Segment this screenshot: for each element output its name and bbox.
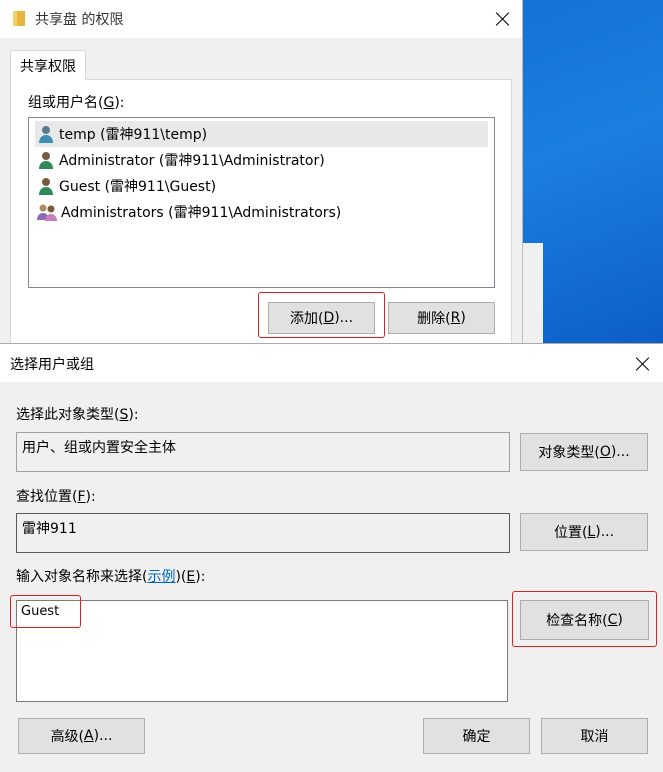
remove-button[interactable]: 删除(R) <box>388 302 495 334</box>
permissions-title: 共享盘 的权限 <box>35 12 124 28</box>
check-names-button[interactable]: 检查名称(C) <box>520 600 649 640</box>
list-item-label: temp (雷神911\temp) <box>59 127 208 143</box>
object-type-field: 用户、组或内置安全主体 <box>16 432 510 472</box>
advanced-button[interactable]: 高级(A)... <box>18 718 145 754</box>
list-item[interactable]: Administrators (雷神911\Administrators) <box>35 199 488 225</box>
list-item[interactable]: temp (雷神911\temp) <box>35 121 488 147</box>
cancel-button[interactable]: 取消 <box>541 718 648 754</box>
object-names-input[interactable]: Guest <box>16 600 508 702</box>
select-dialog-titlebar: 选择用户或组 <box>0 344 663 382</box>
select-users-dialog: 选择用户或组 选择此对象类型(S): 用户、组或内置安全主体 对象类型(O)..… <box>0 343 663 772</box>
list-item[interactable]: Administrator (雷神911\Administrator) <box>35 147 488 173</box>
permissions-window: 共享盘 的权限 共享权限 组或用户名(G): temp (雷神911\temp)… <box>0 0 523 345</box>
object-types-button[interactable]: 对象类型(O)... <box>520 433 648 471</box>
ok-button[interactable]: 确定 <box>423 718 530 754</box>
list-item-label: Guest (雷神911\Guest) <box>59 179 217 195</box>
user-icon <box>37 151 55 169</box>
user-icon <box>37 177 55 195</box>
locations-button[interactable]: 位置(L)... <box>520 513 648 551</box>
object-names-text: Guest <box>21 604 60 619</box>
background-window-edge <box>520 243 543 343</box>
tab-share-permissions[interactable]: 共享权限 <box>10 50 86 80</box>
object-type-label: 选择此对象类型(S): <box>16 407 139 423</box>
object-names-label: 输入对象名称来选择(示例)(E): <box>16 569 206 585</box>
location-field: 雷神911 <box>16 513 510 553</box>
list-item[interactable]: Guest (雷神911\Guest) <box>35 173 488 199</box>
group-users-label: 组或用户名(G): <box>28 95 125 111</box>
location-label: 查找位置(F): <box>16 489 96 505</box>
list-item-label: Administrator (雷神911\Administrator) <box>59 153 325 169</box>
list-item-label: Administrators (雷神911\Administrators) <box>61 205 342 221</box>
close-icon[interactable] <box>493 9 513 29</box>
select-dialog-title: 选择用户或组 <box>10 357 94 373</box>
add-button[interactable]: 添加(D)... <box>268 302 375 334</box>
group-icon <box>37 203 57 221</box>
permissions-titlebar: 共享盘 的权限 <box>0 0 522 38</box>
tab-label: 共享权限 <box>20 58 76 75</box>
user-icon <box>37 125 55 143</box>
close-icon[interactable] <box>633 354 653 374</box>
users-list[interactable]: temp (雷神911\temp) Administrator (雷神911\A… <box>28 117 495 288</box>
folder-icon <box>13 11 25 26</box>
examples-link[interactable]: 示例 <box>147 569 175 585</box>
